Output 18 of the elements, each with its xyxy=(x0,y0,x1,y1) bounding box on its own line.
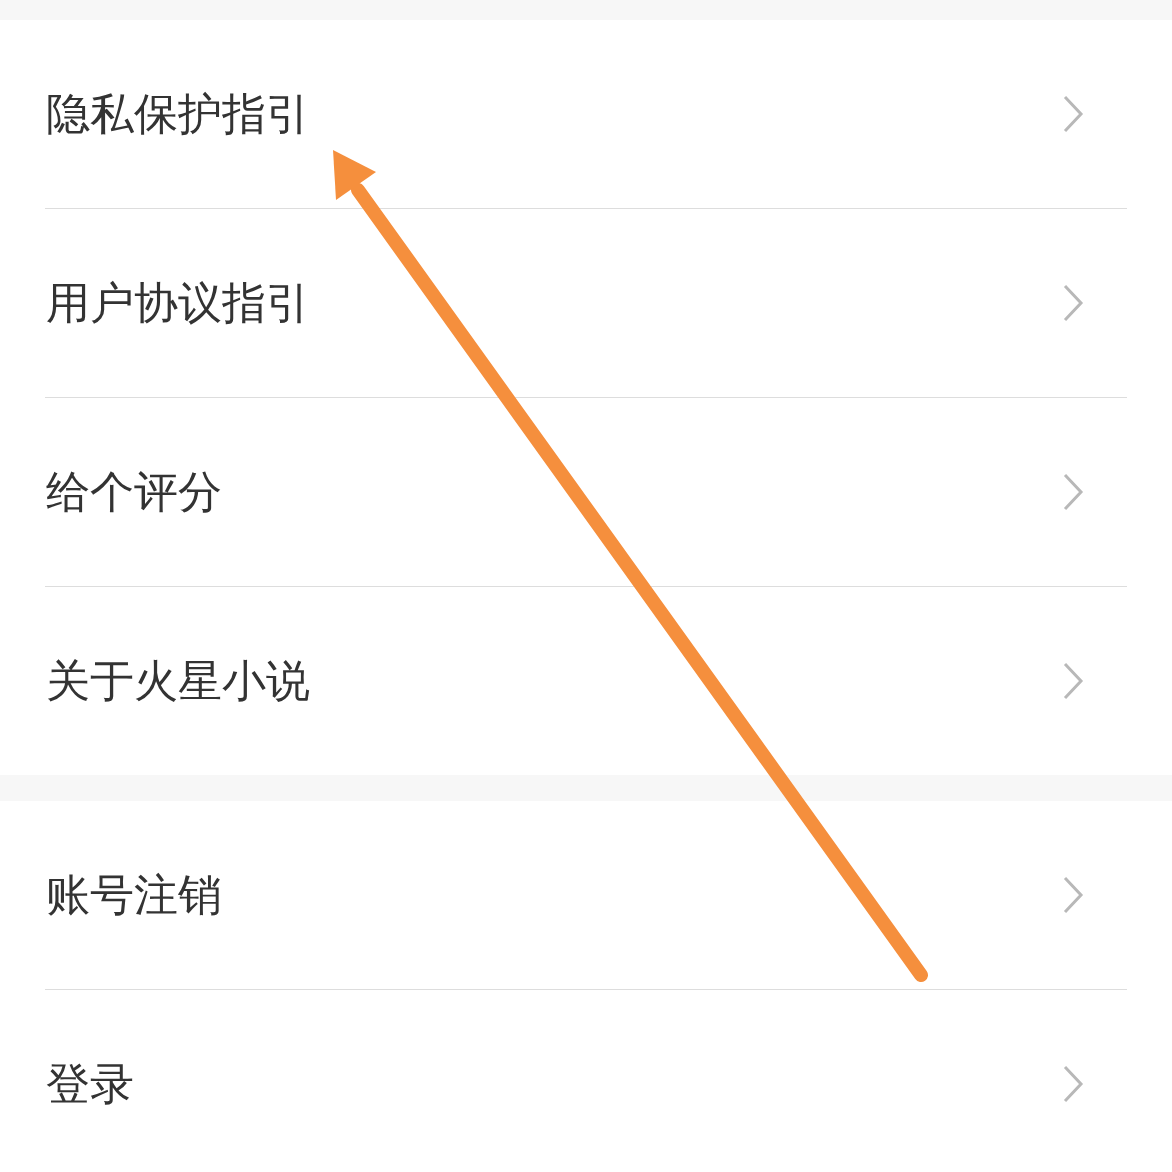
row-label: 关于火星小说 xyxy=(46,659,310,703)
settings-row[interactable]: 账号注销 xyxy=(0,801,1172,989)
settings-row[interactable]: 登录 xyxy=(0,990,1172,1172)
row-label: 用户协议指引 xyxy=(46,281,310,325)
row-label: 账号注销 xyxy=(46,873,222,917)
row-label: 登录 xyxy=(46,1062,134,1106)
settings-row[interactable]: 关于火星小说 xyxy=(0,587,1172,775)
row-label: 隐私保护指引 xyxy=(46,92,310,136)
row-label: 给个评分 xyxy=(46,470,222,514)
settings-row[interactable]: 给个评分 xyxy=(0,398,1172,586)
chevron-right-icon xyxy=(1062,661,1084,701)
settings-row[interactable]: 用户协议指引 xyxy=(0,209,1172,397)
chevron-right-icon xyxy=(1062,94,1084,134)
chevron-right-icon xyxy=(1062,283,1084,323)
settings-row[interactable]: 隐私保护指引 xyxy=(0,20,1172,208)
chevron-right-icon xyxy=(1062,1064,1084,1104)
chevron-right-icon xyxy=(1062,472,1084,512)
chevron-right-icon xyxy=(1062,875,1084,915)
